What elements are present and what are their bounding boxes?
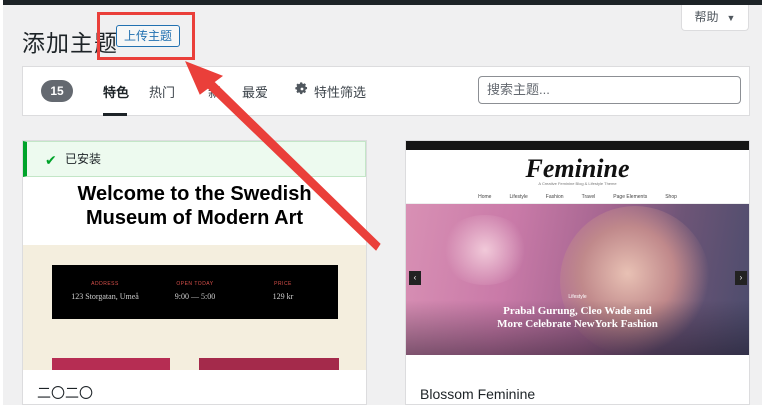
annotation-arrow <box>185 61 381 251</box>
annotation-arrow-shape <box>185 61 381 251</box>
